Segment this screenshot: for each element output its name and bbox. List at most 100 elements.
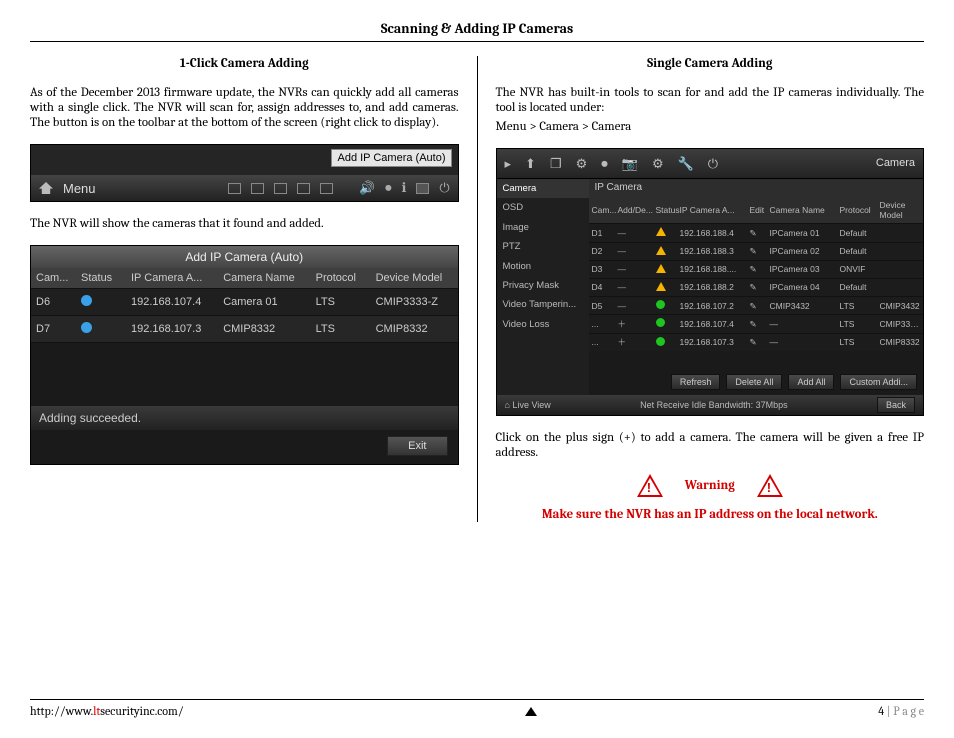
tooltip-label: Add IP Camera (Auto): [331, 149, 451, 167]
status-ok-icon: [656, 300, 665, 309]
page-up-icon[interactable]: [525, 707, 537, 716]
paragraph: The NVR has built-in tools to scan for a…: [496, 85, 925, 115]
custom-add-button[interactable]: Custom Addi...: [840, 374, 917, 390]
col-header: Protocol: [837, 197, 877, 224]
col-header: Status: [653, 197, 677, 224]
refresh-button[interactable]: Refresh: [671, 374, 721, 390]
live-view-link[interactable]: ⌂ Live View: [505, 400, 551, 411]
paragraph: Click on the plus sign (+) to add a came…: [496, 430, 925, 460]
warning-icon: [656, 227, 666, 236]
power-icon[interactable]: ⏻: [708, 156, 718, 172]
camera-management-screenshot: ▸ ⬆ ❐ ⚙ ⏺ 📷 ⚙ 🔧 ⏻ Camera Camera OSD: [496, 148, 925, 416]
table-row[interactable]: D2—192.168.188.3✎IPCamera 02Default: [589, 242, 924, 260]
section-heading-left: 1-Click Camera Adding: [30, 56, 459, 71]
col-header: IP Camera A...: [677, 197, 747, 224]
footer-url[interactable]: http://www.ltsecurityinc.com/: [30, 704, 184, 718]
delete-all-button[interactable]: Delete All: [726, 374, 782, 390]
sidebar-item[interactable]: Privacy Mask: [497, 276, 589, 295]
layout-icon[interactable]: [297, 183, 310, 194]
table-row[interactable]: D1—192.168.188.4✎IPCamera 01Default: [589, 224, 924, 242]
layout-icon[interactable]: [251, 183, 264, 194]
col-header: Device Model: [877, 197, 924, 224]
back-button[interactable]: Back: [877, 397, 915, 413]
dialog-title: Add IP Camera (Auto): [31, 246, 458, 268]
sidebar-item[interactable]: Image: [497, 218, 589, 237]
camera-icon[interactable]: 📷: [622, 156, 638, 172]
menu-label[interactable]: Menu: [63, 181, 96, 196]
sidebar-item[interactable]: PTZ: [497, 237, 589, 256]
col-header: Camera Name: [218, 268, 310, 289]
section-header: IP Camera: [589, 179, 924, 197]
add-all-button[interactable]: Add All: [788, 374, 834, 390]
table-row[interactable]: D6 192.168.107.4 Camera 01 LTS CMIP3333-…: [31, 289, 458, 316]
nvr-toolbar-screenshot: Add IP Camera (Auto) Menu 🔊 ⏺ ℹ ⏻: [30, 144, 459, 202]
layout-icon[interactable]: [274, 183, 287, 194]
sidebar-item[interactable]: Camera: [497, 179, 589, 198]
table-row[interactable]: D4—192.168.188.2✎IPCamera 04Default: [589, 278, 924, 296]
table-row[interactable]: ...＋192.168.107.4✎—LTSCMIP3333-Z: [589, 315, 924, 333]
bandwidth-text: Net Receive Idle Bandwidth: 37Mbps: [640, 400, 788, 411]
col-header: Protocol: [311, 268, 371, 289]
record-icon[interactable]: ⏺: [601, 156, 608, 172]
col-header: Cam...: [31, 268, 76, 289]
col-header: Cam...: [589, 197, 615, 224]
info-icon[interactable]: ℹ: [402, 180, 407, 196]
col-header: Edit: [747, 197, 767, 224]
col-header: Device Model: [371, 268, 458, 289]
warning-text: Make sure the NVR has an IP address on t…: [496, 507, 925, 522]
breadcrumb: Menu > Camera > Camera: [496, 119, 925, 134]
top-page-label: Camera: [876, 157, 915, 170]
col-header: Camera Name: [767, 197, 837, 224]
warning-triangle-icon: !: [757, 474, 783, 497]
camera-table: Cam... Status IP Camera A... Camera Name…: [31, 268, 458, 343]
table-row[interactable]: D7 192.168.107.3 CMIP8332 LTS CMIP8332: [31, 316, 458, 343]
layout-icon[interactable]: [228, 183, 241, 194]
sidebar-item[interactable]: Video Tamperin...: [497, 295, 589, 314]
warning-label: Warning: [685, 478, 735, 493]
volume-icon[interactable]: 🔊: [359, 180, 375, 196]
warning-icon: [656, 282, 666, 291]
add-ip-camera-button[interactable]: [416, 183, 429, 194]
warning-icon: [656, 246, 666, 255]
home-icon[interactable]: [39, 182, 53, 194]
status-ok-icon: [656, 318, 665, 327]
status-dot-icon: [81, 322, 92, 333]
sidebar-item[interactable]: Video Loss: [497, 315, 589, 334]
status-ok-icon: [656, 337, 665, 346]
status-dot-icon: [81, 295, 92, 306]
ip-camera-table: Cam... Add/De... Status IP Camera A... E…: [589, 197, 924, 351]
overlap-icon[interactable]: ❐: [550, 156, 562, 172]
col-header: IP Camera A...: [126, 268, 218, 289]
nvr-menubar: Menu 🔊 ⏺ ℹ ⏻: [31, 175, 458, 201]
layout-icon[interactable]: [320, 183, 333, 194]
paragraph: As of the December 2013 firmware update,…: [30, 85, 459, 130]
col-header: Add/De...: [615, 197, 653, 224]
col-header: Status: [76, 268, 126, 289]
play-icon[interactable]: ▸: [505, 156, 512, 172]
table-row[interactable]: D5—192.168.107.2✎CMIP3432LTSCMIP3432: [589, 297, 924, 315]
sidebar-item[interactable]: OSD: [497, 198, 589, 217]
section-heading-right: Single Camera Adding: [496, 56, 925, 71]
warning-icon: [656, 264, 666, 273]
paragraph: The NVR will show the cameras that it fo…: [30, 216, 459, 231]
footer: http://www.ltsecurityinc.com/ 4 | P a g …: [30, 699, 924, 718]
upload-icon[interactable]: ⬆: [525, 156, 536, 172]
wrench-icon[interactable]: 🔧: [678, 156, 694, 172]
power-icon[interactable]: ⏻: [439, 180, 449, 196]
status-text: Adding succeeded.: [31, 406, 458, 430]
top-icon-bar: ▸ ⬆ ❐ ⚙ ⏺ 📷 ⚙ 🔧 ⏻ Camera: [497, 149, 924, 179]
record-icon[interactable]: ⏺: [385, 180, 391, 196]
warning-line: ! Warning !: [496, 474, 925, 497]
sidebar-item[interactable]: Motion: [497, 257, 589, 276]
page-title: Scanning & Adding IP Cameras: [30, 20, 924, 37]
table-row[interactable]: ...＋192.168.107.3✎—LTSCMIP8332: [589, 333, 924, 351]
sidebar: Camera OSD Image PTZ Motion Privacy Mask…: [497, 179, 589, 395]
exit-button[interactable]: Exit: [387, 436, 447, 456]
table-row[interactable]: D3—192.168.188....✎IPCamera 03ONVIF: [589, 260, 924, 278]
page-number: 4 | P a g e: [878, 704, 924, 718]
gear2-icon[interactable]: ⚙: [652, 156, 664, 172]
add-ip-camera-dialog: Add IP Camera (Auto) Cam... Status IP Ca…: [30, 245, 459, 465]
gear-icon[interactable]: ⚙: [576, 156, 588, 172]
warning-triangle-icon: !: [637, 474, 663, 497]
horizontal-rule: [30, 41, 924, 42]
